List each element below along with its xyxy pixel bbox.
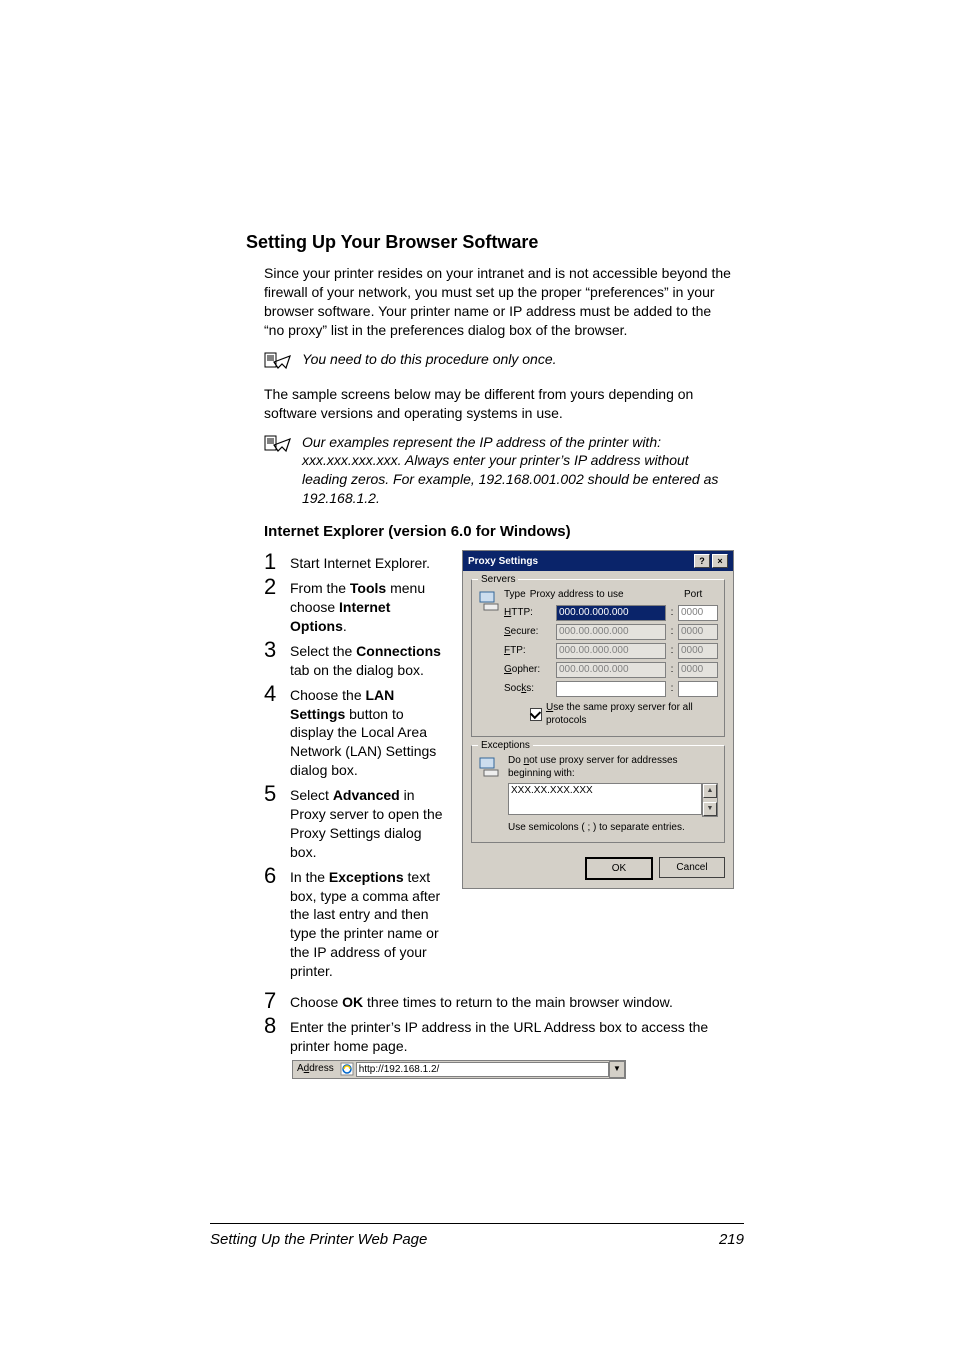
note-text: You need to do this procedure only once. (302, 350, 557, 369)
proxy-settings-dialog: Proxy Settings ? × Servers (462, 550, 734, 889)
intro-paragraph: Since your printer resides on your intra… (264, 264, 734, 340)
page-number: 219 (719, 1230, 744, 1250)
exceptions-input[interactable]: XXX.XX.XXX.XXX (508, 783, 702, 815)
dialog-titlebar: Proxy Settings ? × (463, 551, 733, 571)
address-bar: Address http://192.168.1.2/ ▼ (292, 1060, 626, 1079)
dialog-title: Proxy Settings (468, 555, 538, 569)
exceptions-icon (478, 754, 504, 835)
same-proxy-label: Use the same proxy server for all protoc… (546, 701, 718, 728)
note-icon (264, 435, 292, 458)
scroll-down-icon[interactable]: ▼ (703, 802, 717, 816)
step-5: Select Advanced in Proxy server to open … (290, 786, 448, 862)
ok-button[interactable]: OK (585, 857, 653, 880)
footer-title: Setting Up the Printer Web Page (210, 1230, 427, 1250)
type-header: Type (504, 588, 526, 602)
scroll-up-icon[interactable]: ▲ (703, 784, 717, 798)
port-header: Port (684, 588, 718, 602)
ftp-port-input[interactable]: 0000 (678, 643, 718, 659)
http-port-input[interactable]: 0000 (678, 605, 718, 621)
steps-list-cont: Choose OK three times to return to the m… (264, 989, 734, 1056)
step-7: Choose OK three times to return to the m… (290, 993, 734, 1012)
dropdown-icon[interactable]: ▼ (609, 1061, 625, 1078)
same-proxy-checkbox[interactable] (530, 708, 542, 721)
gopher-port-input[interactable]: 0000 (678, 662, 718, 678)
step-1: Start Internet Explorer. (290, 554, 448, 573)
secure-address-input[interactable]: 000.00.000.000 (556, 624, 666, 640)
exceptions-legend: Exceptions (478, 739, 533, 753)
gopher-label: Gopher: (504, 663, 552, 677)
servers-group: Servers Type Proxy address to use (471, 579, 725, 737)
socks-address-input[interactable] (556, 681, 666, 697)
socks-port-input[interactable] (678, 681, 718, 697)
url-input[interactable]: http://192.168.1.2/ (356, 1062, 609, 1077)
close-icon[interactable]: × (712, 554, 728, 568)
exceptions-group: Exceptions Do not use proxy server for a… (471, 745, 725, 844)
exceptions-semi-hint: Use semicolons ( ; ) to separate entries… (508, 821, 718, 835)
step-2: From the Tools menu choose Internet Opti… (290, 579, 448, 636)
exceptions-hint: Do not use proxy server for addresses be… (508, 754, 718, 781)
secure-port-input[interactable]: 0000 (678, 624, 718, 640)
ftp-address-input[interactable]: 000.00.000.000 (556, 643, 666, 659)
steps-list: Start Internet Explorer. From the Tools … (264, 550, 448, 981)
step-3: Select the Connections tab on the dialog… (290, 642, 448, 680)
subsection-heading: Internet Explorer (version 6.0 for Windo… (264, 522, 734, 542)
step-8: Enter the printer’s IP address in the UR… (290, 1018, 734, 1056)
scrollbar[interactable]: ▲ ▼ (702, 783, 718, 817)
cancel-button[interactable]: Cancel (659, 857, 725, 878)
help-icon[interactable]: ? (694, 554, 710, 568)
section-heading: Setting Up Your Browser Software (246, 230, 734, 254)
address-label: Address (293, 1062, 338, 1076)
ftp-label: FTP: (504, 644, 552, 658)
socks-label: Socks: (504, 682, 552, 696)
servers-legend: Servers (478, 573, 518, 587)
sample-paragraph: The sample screens below may be differen… (264, 385, 734, 423)
secure-label: Secure: (504, 625, 552, 639)
note-text: Our examples represent the IP address of… (302, 433, 734, 509)
step-6: In the Exceptions text box, type a comma… (290, 868, 448, 981)
step-4: Choose the LAN Settings button to displa… (290, 686, 448, 780)
servers-icon (478, 588, 504, 728)
address-header: Proxy address to use (530, 588, 672, 602)
note-icon (264, 352, 292, 375)
ie-page-icon (340, 1062, 354, 1076)
gopher-address-input[interactable]: 000.00.000.000 (556, 662, 666, 678)
http-address-input[interactable]: 000.00.000.000 (556, 605, 666, 621)
http-label: HTTP: (504, 606, 552, 620)
